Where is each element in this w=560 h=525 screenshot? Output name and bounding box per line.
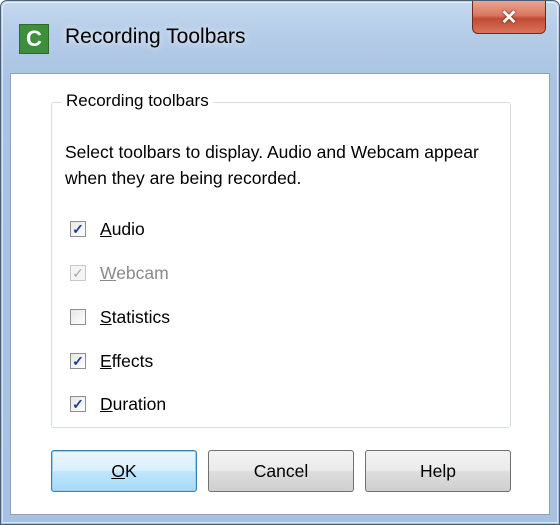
effects-label[interactable]: Effects xyxy=(100,351,153,372)
statistics-label[interactable]: Statistics xyxy=(100,307,170,328)
recording-toolbars-group: Recording toolbars Select toolbars to di… xyxy=(51,91,511,428)
ok-button[interactable]: OK xyxy=(51,450,197,492)
ok-button-label: OK xyxy=(111,461,136,482)
dialog-content: Recording toolbars Select toolbars to di… xyxy=(10,73,550,515)
audio-label-rest: udio xyxy=(111,218,145,239)
check-icon: ✓ xyxy=(72,396,84,412)
webcam-label-rest: ebcam xyxy=(116,262,169,283)
dialog-window: C Recording Toolbars ✕ Recording toolbar… xyxy=(0,0,560,525)
cancel-button-label: Cancel xyxy=(253,460,309,481)
duration-label-rest: uration xyxy=(112,393,167,414)
help-button-label: Help xyxy=(420,460,456,481)
duration-label[interactable]: Duration xyxy=(100,394,166,415)
app-icon: C xyxy=(19,24,49,54)
cancel-button[interactable]: Cancel xyxy=(208,450,354,492)
statistics-label-rest: tatistics xyxy=(111,306,171,327)
webcam-label-mnemonic: W xyxy=(100,262,117,283)
checkbox-effects[interactable]: ✓ Effects xyxy=(70,349,153,373)
window-title: Recording Toolbars xyxy=(65,25,246,48)
help-button[interactable]: Help xyxy=(365,450,511,492)
audio-label[interactable]: Audio xyxy=(100,219,145,240)
duration-label-mnemonic: D xyxy=(100,393,113,414)
group-description: Select toolbars to display. Audio and We… xyxy=(65,142,479,188)
app-icon-letter: C xyxy=(26,26,42,51)
titlebar[interactable]: C Recording Toolbars ✕ xyxy=(1,1,559,73)
audio-checkbox[interactable]: ✓ xyxy=(70,221,86,237)
audio-label-mnemonic: A xyxy=(100,218,112,239)
group-label: Recording toolbars xyxy=(62,91,213,111)
statistics-checkbox[interactable] xyxy=(70,309,86,325)
webcam-label: Webcam xyxy=(100,263,169,284)
check-icon: ✓ xyxy=(72,221,84,237)
ok-label-mnemonic: O xyxy=(111,460,125,481)
statistics-label-mnemonic: S xyxy=(100,306,112,327)
duration-checkbox[interactable]: ✓ xyxy=(70,396,86,412)
webcam-checkbox: ✓ xyxy=(70,265,86,281)
check-icon: ✓ xyxy=(72,265,84,281)
close-icon: ✕ xyxy=(500,6,518,29)
effects-checkbox[interactable]: ✓ xyxy=(70,353,86,369)
effects-label-mnemonic: E xyxy=(100,350,112,371)
close-button[interactable]: ✕ xyxy=(472,1,546,34)
effects-label-rest: ffects xyxy=(111,350,154,371)
checkbox-webcam: ✓ Webcam xyxy=(70,261,169,285)
checkbox-duration[interactable]: ✓ Duration xyxy=(70,392,166,416)
ok-label-rest: K xyxy=(124,460,137,481)
check-icon: ✓ xyxy=(72,353,84,369)
checkbox-statistics[interactable]: Statistics xyxy=(70,305,170,329)
checkbox-audio[interactable]: ✓ Audio xyxy=(70,217,145,241)
